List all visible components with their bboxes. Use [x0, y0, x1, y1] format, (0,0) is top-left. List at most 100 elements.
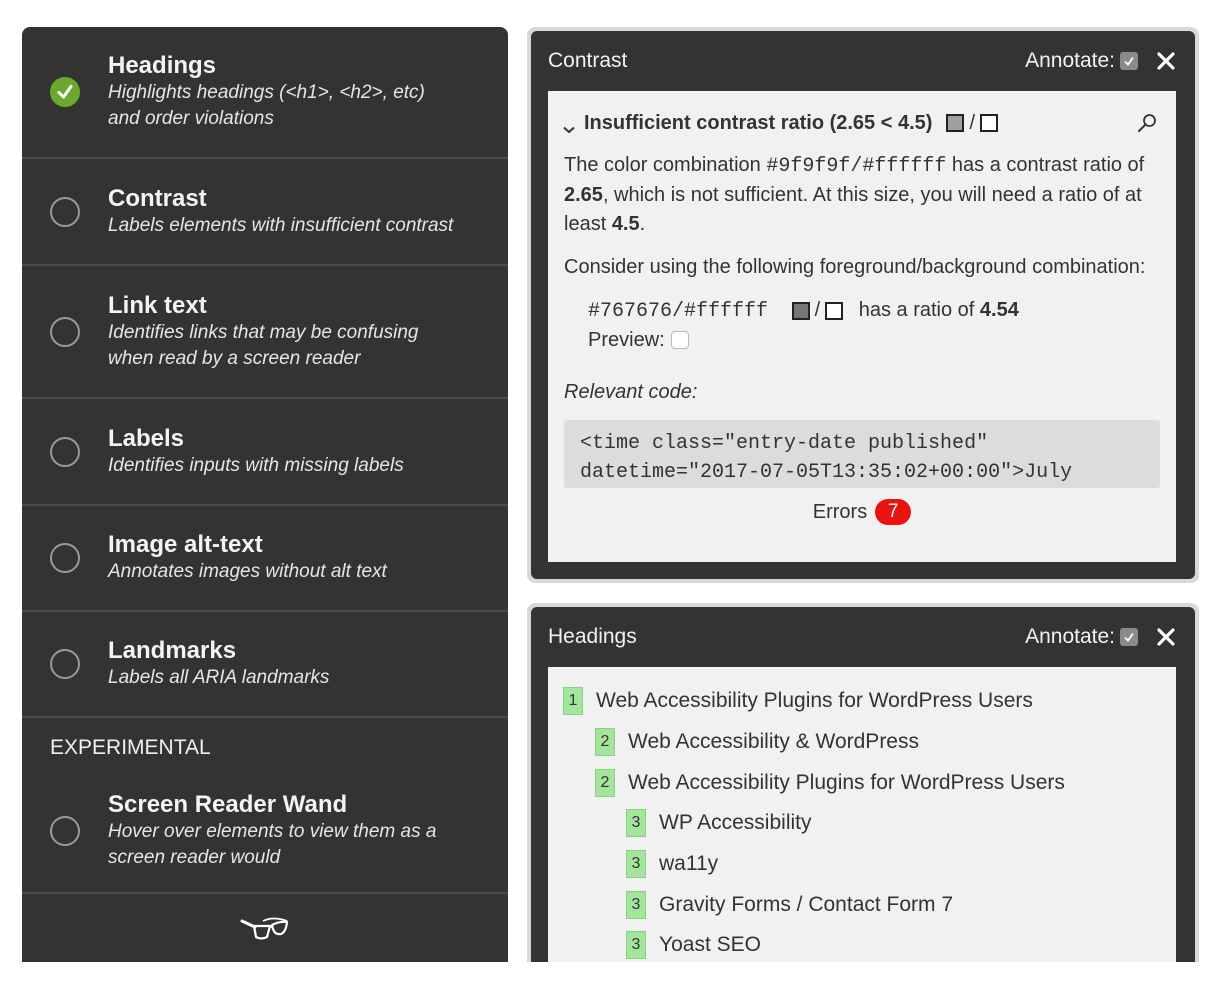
menu-item-title: Labels — [108, 424, 185, 452]
heading-list: 1 Web Accessibility Plugins for WordPres… — [548, 667, 1176, 966]
heading-text: Yoast SEO — [659, 933, 761, 957]
close-icon[interactable] — [1156, 51, 1176, 71]
suggestion-intro: Consider using the following foreground/… — [564, 256, 1146, 278]
heading-level-badge: 3 — [626, 809, 646, 838]
panel-header: Contrast Annotate: — [548, 31, 1176, 91]
menu-footer — [22, 894, 508, 962]
radio-icon[interactable] — [50, 436, 80, 467]
menu-item-desc: Highlights headings (<h1>, <h2>, etc) — [108, 82, 425, 103]
code-line: <time class="entry-date published" — [580, 432, 989, 455]
panel-header: Headings Annotate: — [548, 607, 1176, 667]
menu-item-link-text[interactable]: Link text Identifies links that may be c… — [22, 266, 508, 399]
heading-item[interactable]: 2 Web Accessibility Plugins for WordPres… — [548, 762, 1176, 803]
menu-item-title: Landmarks — [108, 637, 237, 664]
plugin-menu: Headings Highlights headings (<h1>, <h2>… — [22, 27, 508, 962]
page-background — [0, 962, 1224, 988]
menu-item-desc: screen reader would — [108, 847, 281, 868]
menu-item-labels[interactable]: Labels Identifies inputs with missing la… — [22, 399, 508, 506]
menu-item-headings[interactable]: Headings Highlights headings (<h1>, <h2>… — [22, 27, 508, 159]
menu-item-title: Screen Reader Wand — [108, 791, 348, 818]
heading-level-badge: 1 — [563, 687, 583, 716]
radio-icon[interactable] — [50, 816, 80, 846]
required-ratio: 4.5 — [611, 213, 640, 235]
menu-item-landmarks[interactable]: Landmarks Labels all ARIA landmarks — [22, 612, 508, 718]
menu-item-desc: Identifies inputs with missing labels — [108, 454, 404, 476]
annotate-toggle[interactable]: Annotate: — [1025, 625, 1138, 649]
heading-item[interactable]: 3 WP Accessibility — [548, 803, 1176, 844]
heading-level-badge: 3 — [626, 931, 646, 960]
menu-item-title: Link text — [108, 291, 207, 319]
menu-item-contrast[interactable]: Contrast Labels elements with insufficie… — [22, 159, 508, 266]
headings-panel: Headings Annotate: 1 Web Accessibility P… — [527, 603, 1199, 988]
heading-text: wa11y — [659, 852, 719, 876]
heading-level-badge: 2 — [595, 728, 615, 757]
code-line: datetime="2017-07-05T13:35:02+00:00">Jul… — [580, 461, 1073, 484]
checked-icon[interactable] — [50, 77, 80, 107]
menu-item-title: Image alt-text — [108, 531, 263, 558]
heading-item[interactable]: 1 Web Accessibility Plugins for WordPres… — [548, 681, 1176, 722]
text: The color combination — [564, 154, 767, 176]
swatch-separator: / — [969, 111, 975, 134]
annotate-toggle[interactable]: Annotate: — [1025, 49, 1138, 73]
menu-item-desc: Annotates images without alt text — [108, 561, 387, 582]
foreground-swatch — [946, 114, 965, 133]
background-swatch — [980, 114, 998, 133]
swatch-separator: / — [814, 299, 821, 321]
menu-item-desc: Hover over elements to view them as a — [108, 821, 437, 842]
text: . — [639, 213, 646, 235]
errors-count-badge: 7 — [875, 499, 912, 525]
errors-label: Errors — [812, 500, 868, 523]
heading-text: Gravity Forms / Contact Form 7 — [659, 892, 954, 916]
text: has a contrast ratio of — [946, 154, 1145, 176]
annotate-checkbox[interactable] — [1120, 52, 1138, 70]
suggested-background-swatch — [825, 301, 844, 320]
magnifier-icon[interactable] — [1136, 112, 1158, 134]
suggestion: #767676/#ffffff / has a ratio of 4.54 Pr… — [548, 282, 1176, 355]
menu-item-title: Contrast — [108, 184, 207, 212]
close-icon[interactable] — [1156, 627, 1176, 647]
radio-icon[interactable] — [50, 649, 80, 679]
heading-text: WP Accessibility — [659, 811, 812, 835]
menu-item-desc: Identifies links that may be confusing — [108, 321, 419, 343]
contrast-explanation: The color combination #9f9f9f/#ffffff ha… — [548, 139, 1176, 239]
annotate-checkbox[interactable] — [1120, 628, 1138, 646]
headings-panel-body: 1 Web Accessibility Plugins for WordPres… — [548, 667, 1176, 984]
relevant-code-label: Relevant code: — [564, 381, 698, 403]
menu-item-image-alt-text[interactable]: Image alt-text Annotates images without … — [22, 506, 508, 612]
suggested-color-code: #767676/#ffffff — [588, 300, 769, 323]
annotate-label: Annotate: — [1025, 625, 1115, 648]
heading-text: Web Accessibility Plugins for WordPress … — [628, 770, 1065, 794]
chevron-down-icon[interactable] — [562, 118, 576, 134]
heading-item[interactable]: 3 Gravity Forms / Contact Form 7 — [548, 884, 1176, 925]
menu-item-title: Headings — [108, 52, 217, 79]
menu-item-desc: when read by a screen reader — [108, 347, 361, 369]
menu-item-desc: Labels all ARIA landmarks — [108, 667, 330, 688]
annotate-label: Annotate: — [1025, 49, 1115, 72]
glasses-icon[interactable] — [239, 912, 291, 947]
heading-level-badge: 3 — [626, 890, 646, 919]
heading-text: Web Accessibility Plugins for WordPress … — [596, 689, 1033, 713]
issue-header[interactable]: Insufficient contrast ratio (2.65 < 4.5)… — [548, 91, 1176, 139]
contrast-panel-body: Insufficient contrast ratio (2.65 < 4.5)… — [548, 91, 1176, 562]
heading-level-badge: 2 — [595, 768, 615, 797]
ratio-text: has a ratio of — [858, 299, 980, 321]
preview-checkbox[interactable] — [670, 331, 689, 349]
relevant-code-block: <time class="entry-date published" dateti… — [564, 420, 1160, 488]
suggested-foreground-swatch — [791, 301, 810, 320]
menu-item-screen-reader-wand[interactable]: Screen Reader Wand Hover over elements t… — [22, 770, 508, 894]
text: , which is not sufficient. At this size,… — [564, 184, 1142, 235]
radio-icon[interactable] — [50, 316, 80, 347]
heading-level-badge: 3 — [626, 850, 646, 879]
heading-item[interactable]: 3 wa11y — [548, 844, 1176, 885]
heading-text: Web Accessibility & WordPress — [628, 730, 919, 754]
heading-item[interactable]: 3 Yoast SEO — [548, 925, 1176, 966]
menu-item-desc: and order violations — [108, 108, 274, 129]
section-label-experimental: EXPERIMENTAL — [50, 736, 211, 759]
color-combination-code: #9f9f9f/#ffffff — [766, 155, 947, 178]
issue-swatches: / — [946, 112, 998, 135]
heading-item[interactable]: 2 Web Accessibility & WordPress — [548, 722, 1176, 763]
radio-icon[interactable] — [50, 196, 80, 227]
current-ratio: 2.65 — [564, 184, 603, 206]
suggested-ratio: 4.54 — [979, 299, 1019, 321]
radio-icon[interactable] — [50, 543, 80, 573]
